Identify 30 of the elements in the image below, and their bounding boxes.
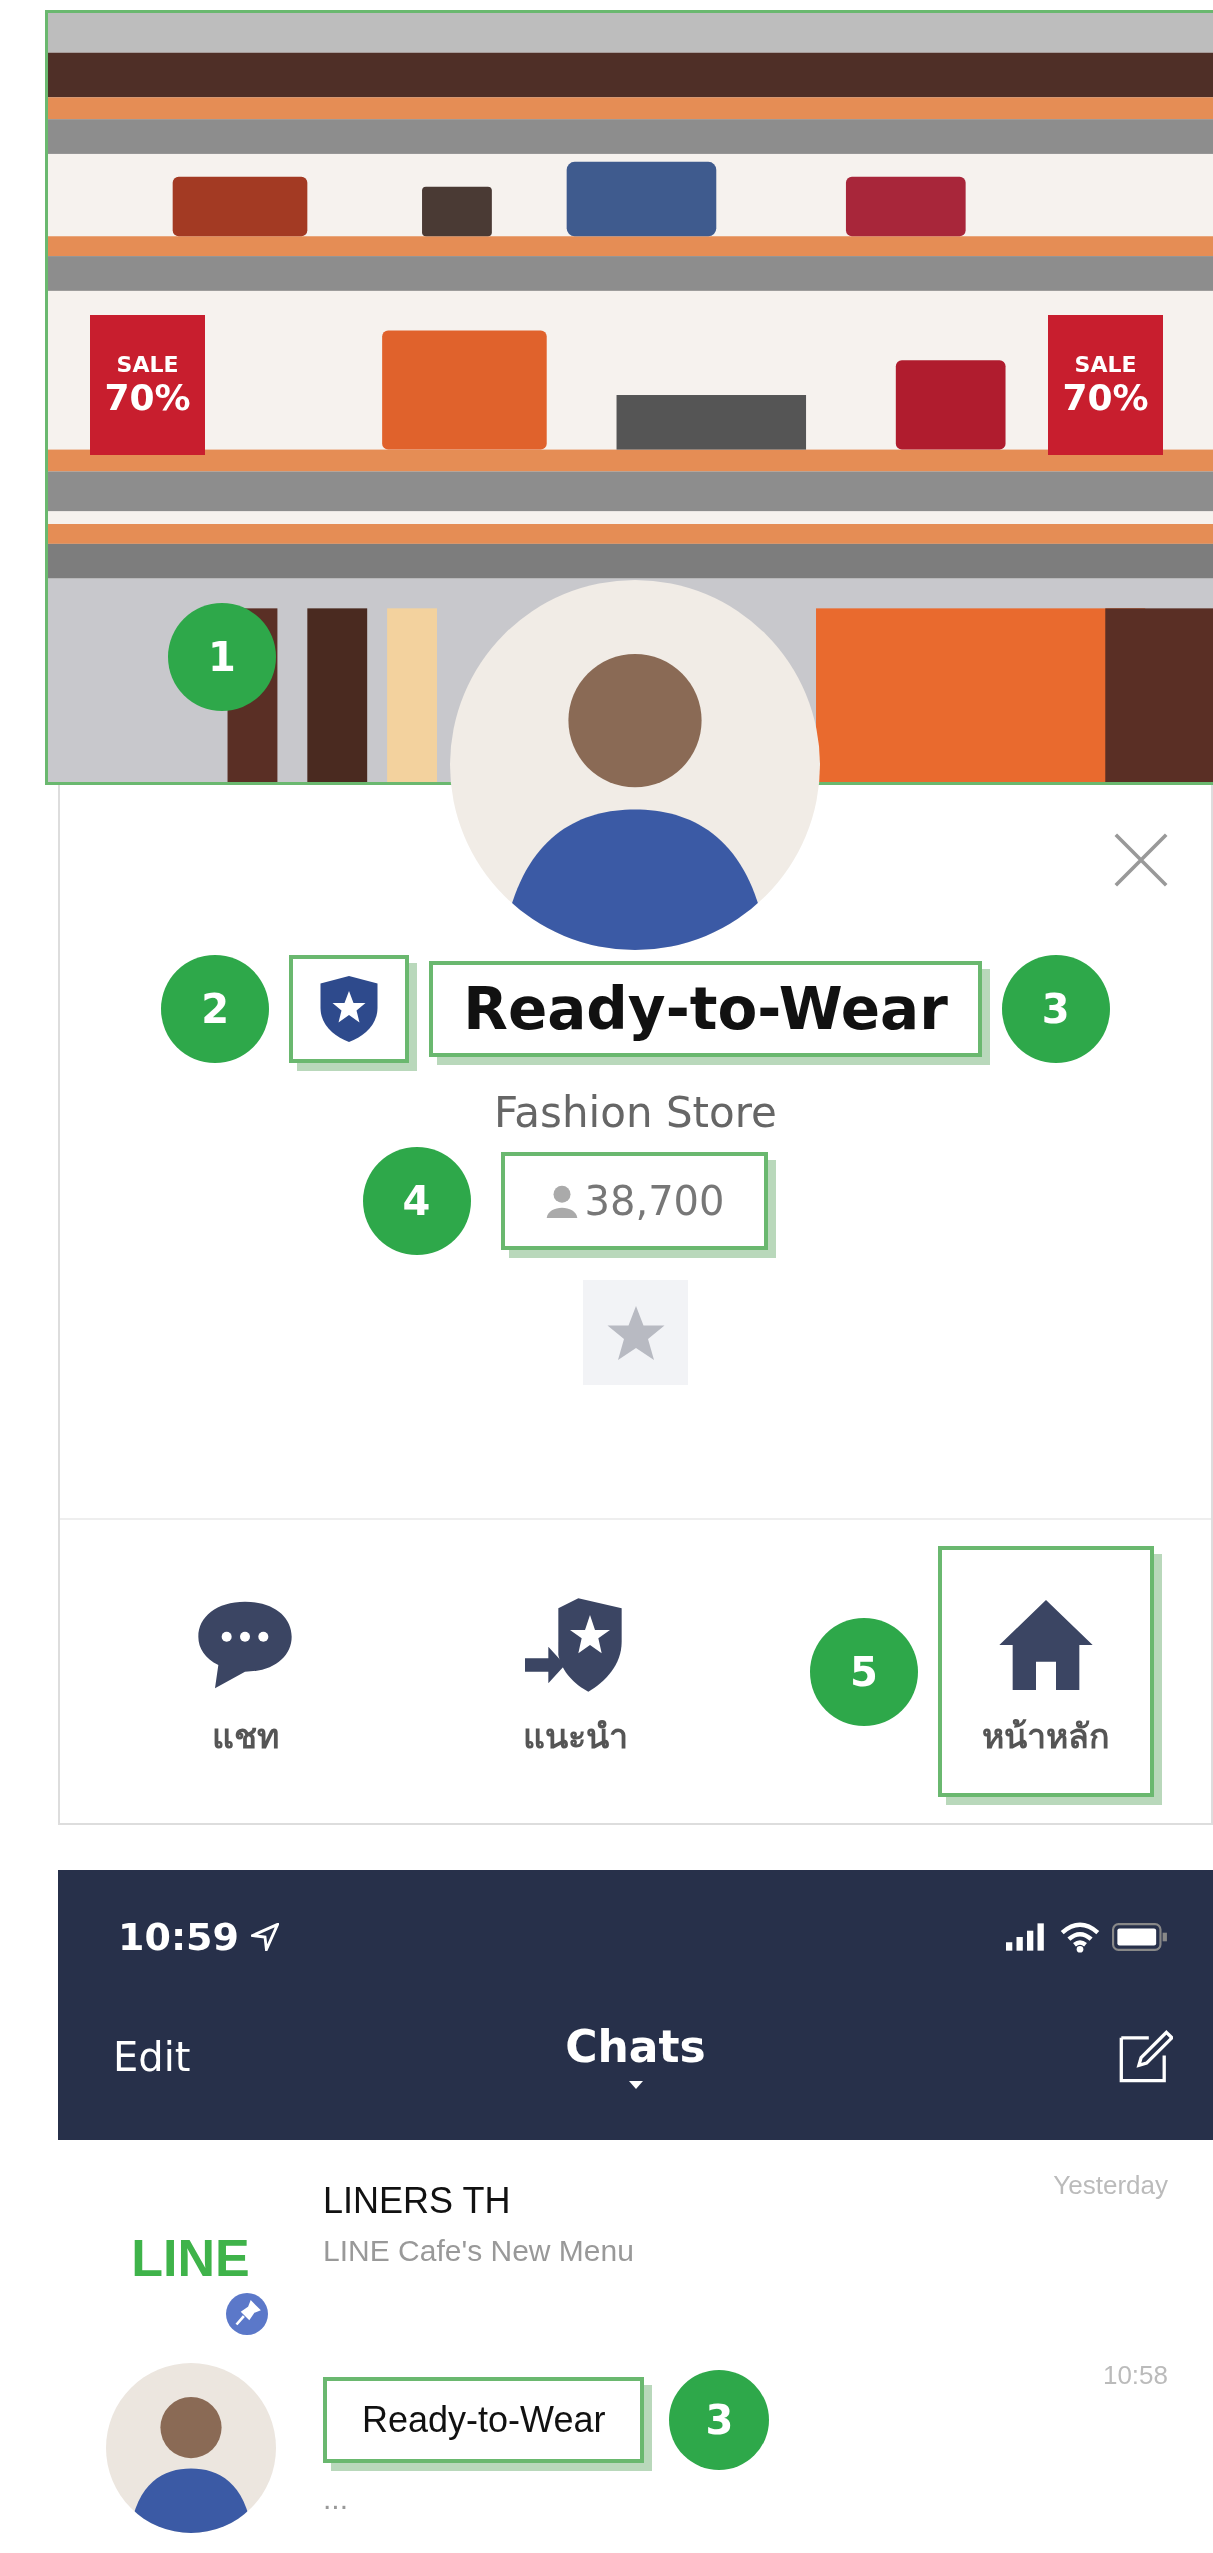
chat-row[interactable]: LINE LINERS TH LINE Cafe's New Menu Yesterday [58, 2140, 1213, 2360]
sale-sign: SALE 70% [90, 315, 205, 455]
message-preview: ... [323, 2482, 349, 2516]
status-time: 10:59 [118, 1915, 239, 1959]
battery-icon [1112, 1922, 1168, 1952]
chat-row[interactable]: Ready-to-Wear 3 ... 10:58 [58, 2360, 1213, 2553]
line-logo: LINE [131, 2227, 250, 2288]
profile-category: Fashion Store [494, 1088, 777, 1137]
message-preview: LINE Cafe's New Menu [323, 2234, 635, 2268]
annotation-number: 3 [1001, 955, 1110, 1063]
chats-title[interactable]: Chats [565, 2021, 706, 2072]
action-button[interactable]: แนะนำ [480, 1550, 670, 1793]
wifi-icon [1060, 1921, 1100, 1953]
annotation-number: 2 [161, 955, 270, 1063]
chat-name: LINERS TH [323, 2180, 511, 2222]
follower-count: 38,700 [584, 1178, 725, 1224]
caret-icon [628, 2081, 643, 2089]
chat-time: Yesterday [1053, 2170, 1168, 2201]
shield-star-icon [319, 974, 380, 1044]
sale-sign: SALE 70% [1048, 315, 1163, 455]
chat-time: 10:58 [1102, 2360, 1168, 2391]
person-icon [544, 1184, 579, 1218]
favorite-button[interactable] [583, 1280, 688, 1385]
edit-button[interactable]: Edit [113, 2033, 191, 2080]
annotation-number: 3 [669, 2370, 770, 2470]
compose-icon[interactable] [1118, 2029, 1173, 2084]
location-arrow-icon [250, 1923, 279, 1951]
annotation-number: 4 [362, 1147, 471, 1255]
annotation-number: 5 [810, 1617, 918, 1726]
action-button[interactable]: แชท [150, 1550, 340, 1793]
